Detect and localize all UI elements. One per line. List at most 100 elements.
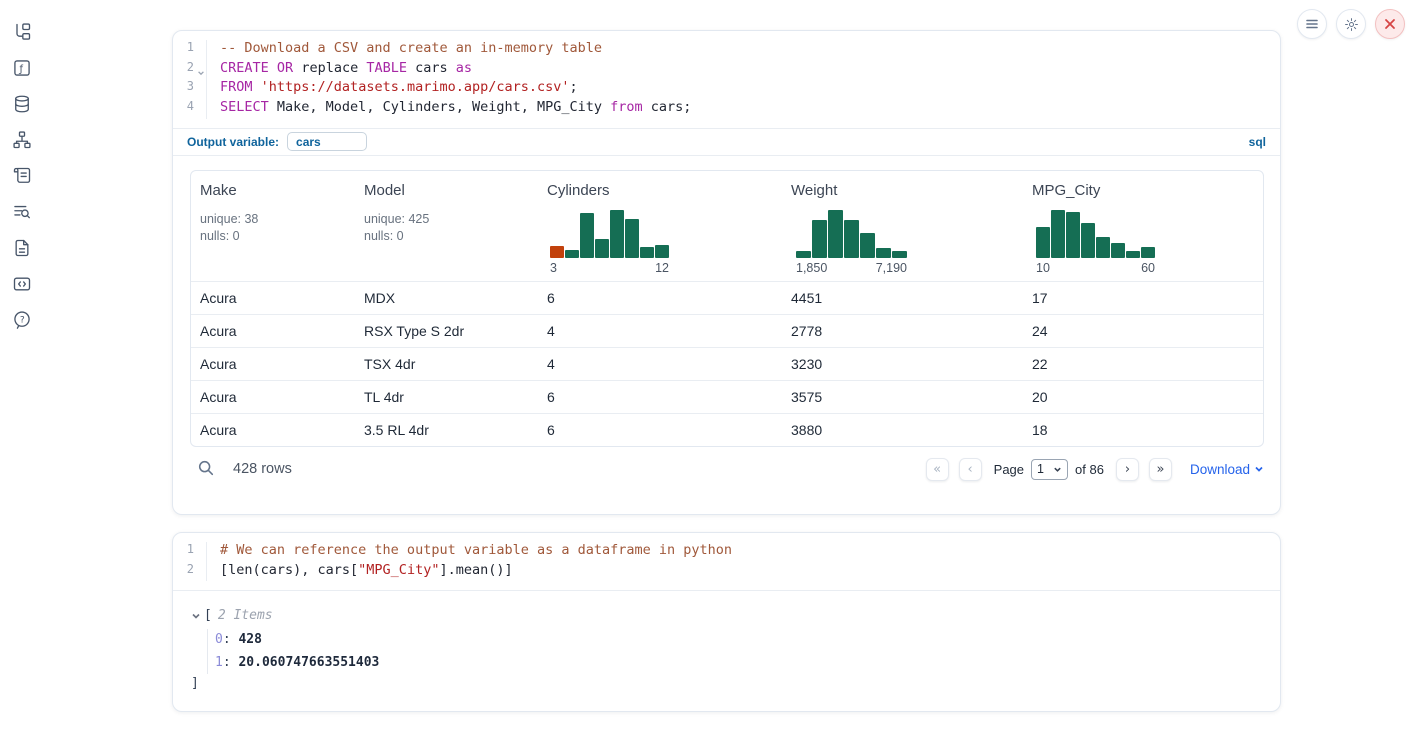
settings-button[interactable] (1336, 9, 1366, 39)
search-button[interactable] (196, 459, 216, 479)
column-name: MPG_City (1032, 182, 1257, 199)
table-cell: 3.5 RL 4dr (355, 422, 538, 438)
previous-page-button[interactable]: ‹ (959, 458, 982, 481)
code-line[interactable]: -- Download a CSV and create an in-memor… (220, 40, 691, 60)
python-code-editor: 12 # We can reference the output variabl… (173, 533, 1280, 590)
column-header[interactable]: Cylinders312 (538, 171, 782, 281)
column-name: Make (200, 182, 349, 199)
column-name: Model (364, 182, 532, 199)
table-row[interactable]: AcuraTSX 4dr4323022 (191, 347, 1263, 380)
documentation-icon[interactable] (12, 238, 32, 258)
column-histogram: 312 (550, 210, 669, 275)
python-code-lines[interactable]: # We can reference the output variable a… (207, 542, 732, 581)
top-controls (1297, 9, 1405, 39)
histogram-bar (828, 210, 843, 258)
column-header[interactable]: Makeunique: 38nulls: 0 (191, 171, 355, 281)
code-line[interactable]: SELECT Make, Model, Cylinders, Weight, M… (220, 99, 691, 119)
sidebar: ƒ ? (0, 22, 44, 330)
sql-code-lines[interactable]: -- Download a CSV and create an in-memor… (207, 40, 691, 119)
sql-code-editor: 1234 -- Download a CSV and create an in-… (173, 31, 1280, 128)
logs-icon[interactable] (12, 202, 32, 222)
variables-icon[interactable]: ƒ (12, 58, 32, 78)
histogram-bar (876, 248, 891, 258)
snippets-icon[interactable] (12, 274, 32, 294)
output-variable-label: Output variable: (187, 135, 279, 149)
table-cell: 4 (538, 356, 782, 372)
line-number: 4 (173, 99, 206, 119)
tree-collapse-chevron-icon[interactable] (191, 610, 201, 620)
histogram-bar (1081, 223, 1095, 258)
line-number: 3 (173, 79, 206, 99)
tree-entry-colon: : (223, 632, 239, 647)
table-cell: 4 (538, 323, 782, 339)
code-line[interactable]: [len(cars), cars["MPG_City"].mean()] (220, 562, 732, 582)
histogram-range-labels: 312 (550, 261, 669, 275)
first-page-button[interactable]: « (926, 458, 949, 481)
tree-close-bracket: ] (191, 676, 1280, 691)
table-cell: Acura (191, 290, 355, 306)
table-cell: 18 (1023, 422, 1263, 438)
line-number: 2 (173, 60, 206, 80)
dependencies-icon[interactable] (12, 130, 32, 150)
histogram-range-labels: 1060 (1036, 261, 1155, 275)
page-total-label: of 86 (1075, 462, 1104, 477)
language-badge[interactable]: sql (1249, 135, 1266, 149)
histogram-bar (550, 246, 564, 258)
code-line[interactable]: FROM 'https://datasets.marimo.app/cars.c… (220, 79, 691, 99)
table-cell: 3575 (782, 389, 1023, 405)
table-cell: 2778 (782, 323, 1023, 339)
table-footer: 428 rows « ‹ Page 1 of 86 › » Download (190, 447, 1264, 492)
table-cell: Acura (191, 356, 355, 372)
column-header[interactable]: Modelunique: 425nulls: 0 (355, 171, 538, 281)
histogram-bar (595, 239, 609, 258)
histogram-bar (580, 213, 594, 258)
table-cell: 17 (1023, 290, 1263, 306)
fold-chevron-icon[interactable] (197, 66, 205, 74)
table-row[interactable]: AcuraTL 4dr6357520 (191, 380, 1263, 413)
sql-cell: 1234 -- Download a CSV and create an in-… (172, 30, 1281, 515)
column-header[interactable]: Weight1,8507,190 (782, 171, 1023, 281)
table-row[interactable]: AcuraMDX6445117 (191, 281, 1263, 314)
datasources-icon[interactable] (12, 94, 32, 114)
svg-text:?: ? (20, 315, 25, 326)
file-tree-icon[interactable] (12, 22, 32, 42)
histogram-bar (892, 251, 907, 258)
code-line[interactable]: CREATE OR replace TABLE cars as (220, 60, 691, 80)
tree-entry-colon: : (223, 655, 239, 670)
histogram-bar (860, 233, 875, 258)
table-cell: TSX 4dr (355, 356, 538, 372)
line-number: 1 (173, 542, 206, 562)
outline-icon[interactable] (12, 166, 32, 186)
column-header[interactable]: MPG_City 1060 (1023, 171, 1263, 281)
line-number: 2 (173, 562, 206, 582)
code-line[interactable]: # We can reference the output variable a… (220, 542, 732, 562)
histogram-bar (1141, 247, 1155, 258)
tree-entry: 1: 20.060747663551403 (215, 652, 1280, 675)
line-number-gutter: 12 (173, 542, 207, 581)
output-variable-input[interactable] (287, 132, 367, 151)
help-icon[interactable]: ? (12, 310, 32, 330)
tree-entry-value: 20.060747663551403 (238, 655, 379, 670)
table-row[interactable]: AcuraRSX Type S 2dr4277824 (191, 314, 1263, 347)
line-number: 1 (173, 40, 206, 60)
table-cell: 24 (1023, 323, 1263, 339)
last-page-button[interactable]: » (1149, 458, 1172, 481)
tree-entry: 0: 428 (215, 629, 1280, 652)
notebook-menu-button[interactable] (1297, 9, 1327, 39)
histogram-bar (610, 210, 624, 258)
column-histogram: 1,8507,190 (796, 210, 907, 275)
download-button[interactable]: Download (1190, 462, 1264, 477)
python-output-area: [ 2 Items 0: 4281: 20.060747663551403 ] (173, 590, 1280, 691)
page-select[interactable]: 1 (1031, 459, 1068, 480)
table-row[interactable]: Acura3.5 RL 4dr6388018 (191, 413, 1263, 446)
histogram-bar (565, 250, 579, 258)
tree-entry-value: 428 (238, 632, 261, 647)
sql-output-area: Makeunique: 38nulls: 0Modelunique: 425nu… (173, 156, 1280, 492)
gear-icon (1344, 17, 1359, 32)
shutdown-button[interactable] (1375, 9, 1405, 39)
histogram-bar (1096, 237, 1110, 258)
table-cell: Acura (191, 389, 355, 405)
table-cell: Acura (191, 422, 355, 438)
next-page-button[interactable]: › (1116, 458, 1139, 481)
table-cell: Acura (191, 323, 355, 339)
